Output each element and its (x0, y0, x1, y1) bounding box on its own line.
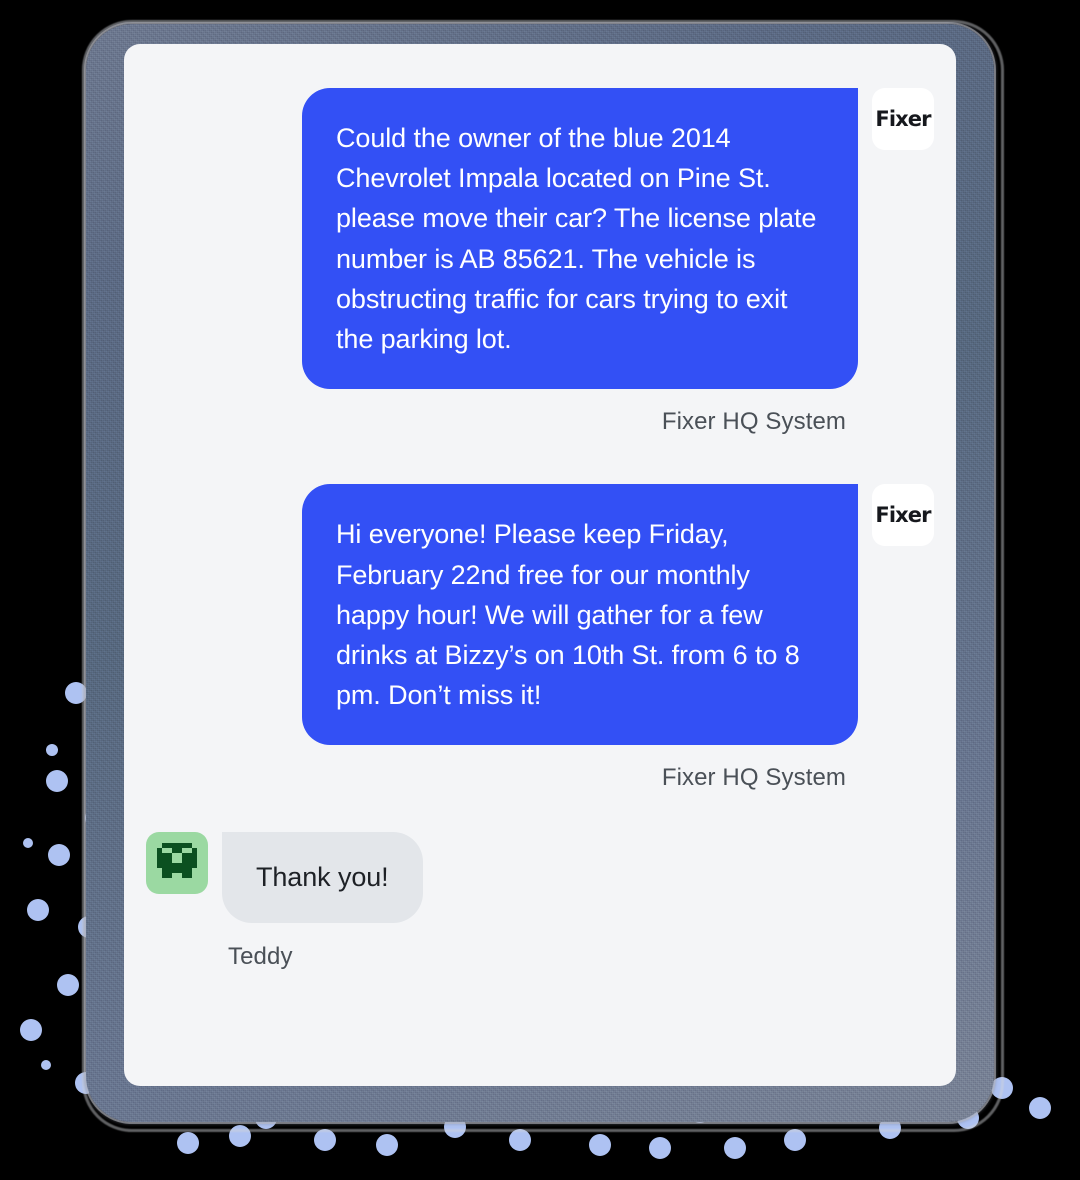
fixer-logo-avatar[interactable]: Fixer (872, 88, 934, 150)
message-bubble-group: Could the owner of the blue 2014 Chevrol… (302, 88, 858, 436)
message-bubble-incoming[interactable]: Thank you! (222, 832, 423, 923)
decorative-dot (41, 1060, 51, 1070)
decorative-dot (20, 1019, 42, 1041)
message-bubble-outgoing[interactable]: Could the owner of the blue 2014 Chevrol… (302, 88, 858, 390)
decorative-dot (46, 770, 68, 792)
chat-card: Could the owner of the blue 2014 Chevrol… (124, 44, 956, 1086)
fixer-logo-avatar[interactable]: Fixer (872, 484, 934, 547)
decorative-dot (991, 1077, 1013, 1099)
pixel-creature-icon (157, 843, 197, 879)
decorative-dot (229, 1125, 251, 1147)
decorative-dot (23, 838, 33, 848)
decorative-dot (314, 1129, 336, 1151)
screenshot-stage: Could the owner of the blue 2014 Chevrol… (0, 0, 1080, 1180)
fixer-wordmark: Fixer (875, 107, 931, 131)
message-row: Thank you! Teddy (146, 832, 934, 970)
decorative-dot (27, 899, 49, 921)
message-sender-label: Fixer HQ System (661, 764, 846, 792)
decorative-dot (376, 1134, 398, 1156)
decorative-dot (177, 1132, 199, 1154)
decorative-dot (784, 1129, 806, 1151)
decorative-dot (48, 844, 70, 866)
message-row: Could the owner of the blue 2014 Chevrol… (146, 88, 934, 436)
message-row: Hi everyone! Please keep Friday, Februar… (146, 484, 934, 792)
message-sender-label: Fixer HQ System (661, 408, 846, 436)
decorative-dot (589, 1134, 611, 1156)
message-list[interactable]: Could the owner of the blue 2014 Chevrol… (124, 44, 956, 1086)
decorative-dot (509, 1129, 531, 1151)
decorative-dot (649, 1137, 671, 1159)
message-bubble-group: Hi everyone! Please keep Friday, Februar… (302, 484, 858, 792)
message-sender-label: Teddy (228, 942, 293, 970)
message-bubble-group: Thank you! Teddy (222, 832, 423, 970)
decorative-dot (1029, 1097, 1051, 1119)
message-bubble-outgoing[interactable]: Hi everyone! Please keep Friday, Februar… (302, 484, 858, 746)
decorative-dot (46, 744, 58, 756)
teddy-pixel-creature-avatar[interactable] (146, 832, 208, 895)
decorative-dot (65, 682, 87, 704)
fixer-wordmark: Fixer (875, 503, 931, 528)
decorative-dot (724, 1137, 746, 1159)
decorative-dot (57, 974, 79, 996)
